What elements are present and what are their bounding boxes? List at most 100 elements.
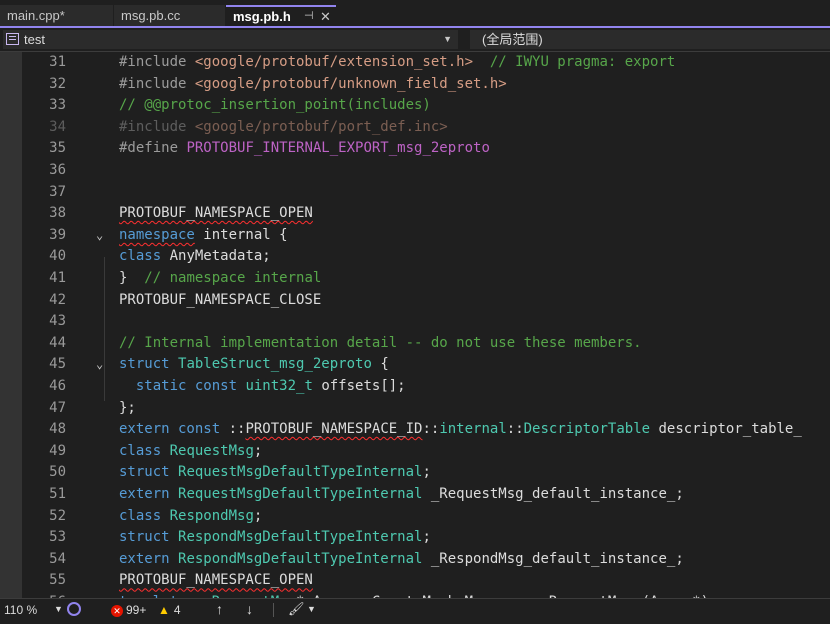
- pin-icon[interactable]: ⊣: [304, 7, 314, 26]
- warning-icon: ▲: [158, 603, 170, 617]
- error-count[interactable]: ✕ 99+: [111, 603, 146, 617]
- tab-label: msg.pb.h: [233, 9, 291, 24]
- code-line[interactable]: 46 static const uint32_t offsets[];: [0, 376, 830, 398]
- code-text: class AnyMetadata;: [119, 246, 271, 268]
- code-token: };: [119, 399, 136, 416]
- fold-toggle-icon[interactable]: ⌄: [96, 354, 103, 376]
- code-text: extern RequestMsgDefaultTypeInternal _Re…: [119, 484, 684, 506]
- code-token: <google/protobuf/extension_set.h>: [194, 54, 474, 70]
- code-token: class: [119, 507, 162, 524]
- line-number: 55: [49, 572, 66, 589]
- code-line[interactable]: 31 #include <google/protobuf/extension_se…: [0, 52, 830, 74]
- next-issue-button[interactable]: ↓: [246, 601, 253, 617]
- tab-label: main.cpp*: [7, 8, 65, 23]
- code-line[interactable]: 55 PROTOBUF_NAMESPACE_OPEN: [0, 570, 830, 592]
- warning-count[interactable]: ▲ 4: [158, 603, 181, 617]
- code-cleanup-icon[interactable]: 🖌: [288, 601, 305, 617]
- code-token: internal {: [194, 226, 288, 243]
- code-line[interactable]: 49 class RequestMsg;: [0, 441, 830, 463]
- code-token: struct: [119, 356, 170, 373]
- code-token: offsets[];: [312, 378, 406, 394]
- code-line[interactable]: 39 ⌄ namespace internal {: [0, 225, 830, 247]
- active-tab-underline: [0, 26, 830, 28]
- code-token: _RequestMsg_default_instance_;: [422, 486, 684, 502]
- code-line[interactable]: 40 class AnyMetadata;: [0, 246, 830, 268]
- code-token: RequestMsg: [169, 442, 254, 459]
- scope-dropdown[interactable]: (全局范围): [470, 30, 830, 49]
- code-line[interactable]: 45 ⌄ struct TableStruct_msg_2eproto {: [0, 354, 830, 376]
- tab-main-cpp[interactable]: main.cpp*: [0, 5, 114, 26]
- code-token: internal: [439, 421, 507, 438]
- code-text: #include <google/protobuf/unknown_field_…: [119, 74, 507, 96]
- code-token: static const: [135, 378, 238, 394]
- code-line[interactable]: 35 #define PROTOBUF_INTERNAL_EXPORT_msg_2…: [0, 138, 830, 160]
- code-line[interactable]: 37: [0, 182, 830, 204]
- code-token: #define: [119, 140, 187, 157]
- fold-toggle-icon[interactable]: ⌄: [96, 225, 103, 247]
- code-token: PROTOBUF_INTERNAL_EXPORT_msg_2eproto: [186, 140, 490, 157]
- code-line[interactable]: 47};: [0, 398, 830, 420]
- project-dropdown[interactable]: test ▼: [3, 30, 458, 49]
- code-editor[interactable]: 31 #include <google/protobuf/extension_se…: [0, 52, 830, 598]
- code-text: class RequestMsg;: [119, 441, 262, 463]
- code-text: static const uint32_t offsets[];: [119, 376, 406, 398]
- code-text: // @@protoc_insertion_point(includes): [119, 95, 431, 117]
- code-token: RequestMsgDefaultTypeInternal: [178, 464, 423, 481]
- code-token: // namespace internal: [144, 270, 322, 286]
- code-token: class: [119, 442, 162, 459]
- line-number: 37: [49, 183, 66, 200]
- code-token: <google/protobuf/port_def.inc>: [194, 118, 448, 135]
- code-text: PROTOBUF_NAMESPACE_OPEN: [119, 203, 313, 225]
- code-token: AnyMetadata;: [161, 248, 271, 265]
- code-text: };: [119, 398, 136, 420]
- code-line[interactable]: 48 extern const ::PROTOBUF_NAMESPACE_ID::…: [0, 419, 830, 441]
- code-token: ;: [422, 464, 431, 481]
- code-token: PROTOBUF_NAMESPACE_ID: [245, 421, 423, 438]
- code-token: PROTOBUF_NAMESPACE_CLOSE: [119, 291, 322, 308]
- code-text: PROTOBUF_NAMESPACE_OPEN: [119, 570, 313, 592]
- code-line[interactable]: 33 // @@protoc_insertion_point(includes): [0, 95, 830, 117]
- code-token: class: [119, 248, 162, 265]
- code-text: namespace internal {: [119, 225, 288, 247]
- code-line[interactable]: 51 extern RequestMsgDefaultTypeInternal _…: [0, 484, 830, 506]
- code-line[interactable]: 32 #include <google/protobuf/unknown_fiel…: [0, 74, 830, 96]
- error-count-label: 99+: [126, 603, 147, 617]
- code-line[interactable]: 44 // Internal implementation detail -- d…: [0, 333, 830, 355]
- code-line[interactable]: 43: [0, 311, 830, 333]
- tab-msg-pb-cc[interactable]: msg.pb.cc: [114, 5, 226, 26]
- code-line[interactable]: 42 PROTOBUF_NAMESPACE_CLOSE: [0, 290, 830, 312]
- code-line[interactable]: 36: [0, 160, 830, 182]
- chevron-down-icon[interactable]: ▼: [54, 604, 63, 614]
- code-line[interactable]: 54 extern RespondMsgDefaultTypeInternal _…: [0, 549, 830, 571]
- code-token: DescriptorTable: [523, 421, 651, 438]
- zoom-level[interactable]: 110 %: [4, 603, 37, 617]
- code-line[interactable]: 52 class RespondMsg;: [0, 506, 830, 528]
- close-icon[interactable]: ✕: [320, 7, 331, 26]
- code-line[interactable]: 50 struct RequestMsgDefaultTypeInternal;: [0, 462, 830, 484]
- tab-msg-pb-h[interactable]: msg.pb.h ⊣ ✕: [226, 5, 336, 26]
- code-token: // Internal implementation detail -- do …: [119, 334, 642, 351]
- code-token: {: [371, 356, 389, 373]
- code-line[interactable]: 53 struct RespondMsgDefaultTypeInternal;: [0, 527, 830, 549]
- copilot-icon[interactable]: [67, 602, 81, 616]
- code-token: _RespondMsg_default_instance_;: [422, 550, 684, 567]
- code-token: RespondMsg: [169, 507, 254, 524]
- line-number: 54: [49, 550, 66, 567]
- code-text: #include <google/protobuf/extension_set.…: [119, 52, 675, 74]
- line-number: 50: [49, 464, 66, 481]
- code-token: RespondMsgDefaultTypeInternal: [178, 550, 423, 567]
- code-line[interactable]: 41} // namespace internal: [0, 268, 830, 290]
- chevron-down-icon[interactable]: ▼: [307, 604, 316, 614]
- line-number: 45: [49, 356, 66, 373]
- line-number: 34: [49, 118, 66, 135]
- code-token: PROTOBUF_NAMESPACE_OPEN: [119, 205, 313, 222]
- code-line[interactable]: 38 PROTOBUF_NAMESPACE_OPEN: [0, 203, 830, 225]
- status-bar: 110 % ▼ ✕ 99+ ▲ 4 ↑ ↓ 🖌 ▼: [0, 598, 830, 624]
- code-token: ;: [422, 529, 431, 546]
- code-line[interactable]: 34 #include <google/protobuf/port_def.inc…: [0, 117, 830, 139]
- previous-issue-button[interactable]: ↑: [216, 601, 223, 617]
